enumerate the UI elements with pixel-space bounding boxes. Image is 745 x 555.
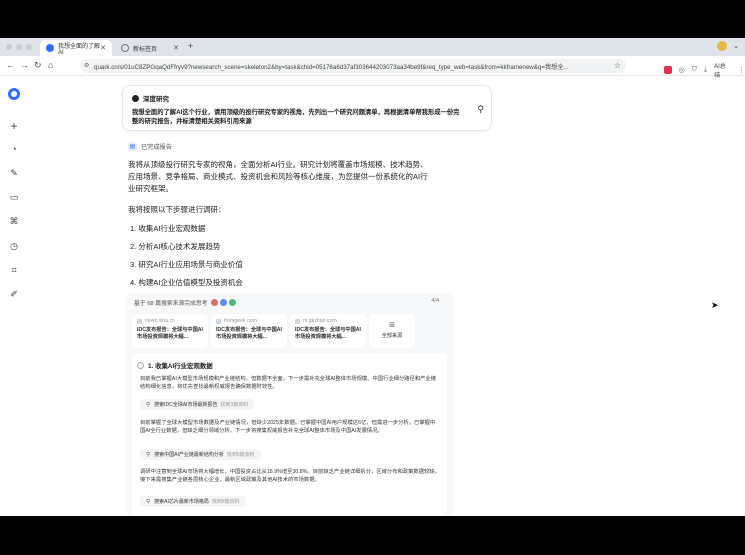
tab-close-icon[interactable]: ✕ [173, 44, 179, 52]
mouse-cursor-icon: ➤ [711, 300, 719, 310]
answer-lead: 我将按照以下步骤进行调研： [128, 205, 226, 214]
new-tab-button[interactable]: + [188, 41, 193, 51]
deep-research-icon [132, 94, 139, 102]
reference-card[interactable]: fromgeek.com IDC发布报告：全球与中国AI市场投资规模将大幅... [211, 314, 287, 348]
reference-header[interactable]: 基于 68 篇搜索来源完成思考 [134, 298, 237, 307]
main-content: 深度研究 我想全面的了解AI这个行业，请用顶级的投行研究专家的视角，先列出一个研… [30, 76, 745, 516]
reload-icon[interactable]: ↻ [34, 60, 42, 71]
tab-label: 我想全面的了解AI [58, 43, 101, 56]
tab-bar: 我想全面的了解AI ✕ 新标签页 ✕ + ⌄ [0, 38, 745, 56]
section-title: 1. 收集AI行业宏观数据 [137, 361, 213, 370]
reference-card[interactable]: m.gkzhan.com IDC发布报告：全球与中国AI市场投资规模将大幅... [290, 314, 366, 348]
plus-icon[interactable]: + [9, 120, 19, 132]
tab-label: 新标签页 [133, 46, 158, 53]
back-icon[interactable]: ← [6, 60, 15, 70]
tab-active[interactable]: 我想全面的了解AI ✕ [40, 40, 112, 56]
forward-icon[interactable]: → [20, 60, 29, 70]
list-item: 1. 收集AI行业宏观数据 [130, 224, 206, 233]
url-text: quark.cn/s/01uC8ZPGqaQdFfryv9?newsearch_… [94, 63, 569, 71]
clock-icon[interactable]: ◷ [9, 241, 19, 251]
translate-icon[interactable]: ◎ [679, 66, 685, 74]
note-icon[interactable]: ✐ [9, 289, 19, 299]
search-icon: ⚲ [146, 498, 151, 505]
search-step-badge[interactable]: ⚲ 搜索AI芯片最新市场格局 找到8篇资料 [140, 496, 246, 507]
search-step-badge[interactable]: ⚲ 搜索IDC全球AI市场最新报告 找到3篇资料 [140, 399, 255, 410]
status-badge[interactable]: ▤ 已完成报告 [128, 142, 172, 151]
tabbar-right: ⌄ [717, 41, 739, 51]
reference-cards: news.sina.cn IDC发布报告：全球与中国AI市场投资规模将大幅...… [132, 314, 415, 348]
source-avatar [229, 299, 237, 306]
pen-icon[interactable]: ✎ [9, 168, 19, 178]
source-avatar [211, 299, 219, 306]
step-list: 1. 收集AI行业宏观数据 2. 分析AI核心技术发展趋势 3. 研究AI行业应… [130, 223, 243, 295]
left-sidebar: + ◔ ✎ ▭ ⌘ ◷ ⌗ ✐ [0, 76, 30, 516]
bookmark-star-icon[interactable]: ☆ [614, 61, 621, 70]
extension-icon[interactable] [664, 66, 672, 74]
query-card: 深度研究 我想全面的了解AI这个行业，请用顶级的投行研究专家的视角，先列出一个研… [122, 85, 492, 131]
detail-paragraph: 调研中注意到全球AI市场将大幅增长，中国投资占比从18.9%增至30.8%。目前… [140, 469, 440, 483]
query-text: 我想全面的了解AI这个行业，请用顶级的投行研究专家的视角，先列出一个研究问题清单… [132, 109, 460, 125]
detail-paragraph: 目前掌握了全球大模型市场数据及产业链情况，但缺少2025年数据。已掌握中国AI用… [140, 420, 436, 434]
window-controls [6, 44, 32, 50]
reference-page-indicator: 4/4 [431, 298, 439, 304]
research-detail: 1. 收集AI行业宏观数据 目前我已掌握AI大模型市场规模和产业链结构，但数据不… [132, 353, 447, 516]
search-icon: ⚲ [146, 401, 151, 408]
globe-icon [121, 44, 129, 52]
site-icon [295, 318, 300, 324]
search-icon: ⚲ [146, 451, 151, 458]
mode-label: 深度研究 [132, 93, 169, 103]
profile-avatar[interactable] [717, 41, 728, 51]
list-item: 3. 研究AI行业应用场景与商业价值 [130, 260, 243, 269]
shield-icon[interactable]: ⛉ [692, 66, 697, 74]
grid-icon: ⊞ [389, 322, 395, 329]
all-sources-button[interactable]: ⊞ 全部来源 [369, 314, 415, 348]
reference-card[interactable]: news.sina.cn IDC发布报告：全球与中国AI市场投资规模将大幅... [132, 314, 208, 348]
menu-icon[interactable]: ⋮ [738, 66, 745, 74]
tab-close-icon[interactable]: ✕ [100, 44, 106, 52]
site-info-icon[interactable]: ⚙ [84, 62, 89, 69]
minimize-window-dot[interactable] [16, 44, 22, 50]
source-avatar [220, 299, 228, 306]
image-icon[interactable]: ▭ [9, 192, 19, 202]
list-item: 2. 分析AI核心技术发展趋势 [130, 242, 221, 251]
home-icon[interactable]: ⌂ [48, 60, 53, 70]
quark-logo-icon[interactable] [8, 88, 20, 100]
address-toolbar: ← → ↻ ⌂ ⚙ quark.cn/s/01uC8ZPGqaQdFfryv9?… [0, 56, 745, 79]
site-icon [137, 318, 142, 324]
reference-panel: 基于 68 篇搜索来源完成思考 4/4 news.sina.cn IDC发布报告… [126, 293, 453, 516]
answer-intro: 我将从顶级投行研究专家的视角，全面分析AI行业。研究计划将覆盖市场规模、技术趋势… [128, 160, 428, 193]
browser-window: 我想全面的了解AI ✕ 新标签页 ✕ + ⌄ ← → ↻ ⌂ ⚙ quark.c… [0, 38, 745, 516]
chevron-down-icon[interactable]: ⌄ [733, 42, 739, 50]
progress-circle-icon [137, 362, 144, 369]
close-window-dot[interactable] [6, 44, 12, 50]
download-icon[interactable]: ⤓ [704, 66, 707, 74]
search-icon[interactable]: ⚲ [477, 104, 484, 115]
site-icon [216, 318, 221, 324]
bookmark-icon[interactable]: ⌗ [9, 265, 19, 275]
tab-new[interactable]: 新标签页 ✕ [115, 40, 185, 56]
compass-icon[interactable]: ◔ [9, 144, 19, 154]
report-icon: ▤ [128, 142, 137, 151]
search-step-badge[interactable]: ⚲ 搜索中国AI产业链最新结构分析 找到5篇资料 [140, 449, 261, 460]
maximize-window-dot[interactable] [26, 44, 32, 50]
quark-favicon-icon [46, 44, 54, 52]
detail-paragraph: 目前我已掌握AI大模型市场规模和产业链结构，但数据不全面。下一步需补充全球AI整… [140, 376, 437, 390]
address-bar[interactable]: ⚙ quark.cn/s/01uC8ZPGqaQdFfryv9?newsearc… [80, 59, 626, 73]
graduation-icon[interactable]: ⌘ [9, 216, 19, 226]
